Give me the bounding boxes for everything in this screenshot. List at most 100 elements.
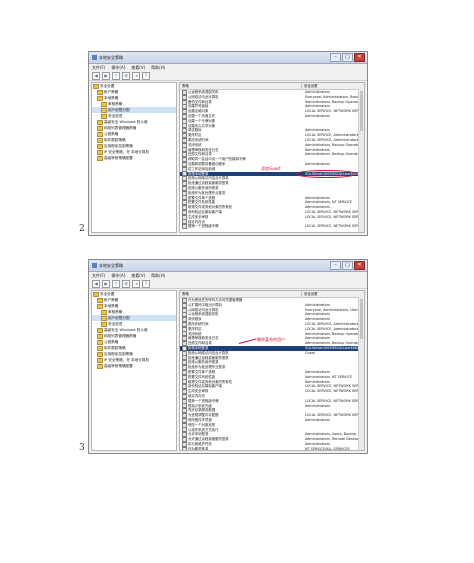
folder-icon — [101, 107, 107, 113]
menu-item[interactable]: 操作(A) — [111, 65, 125, 71]
column-header-policy[interactable]: 策略 — [180, 83, 302, 89]
folder-icon — [97, 345, 103, 351]
scrollbar-thumb[interactable] — [360, 91, 363, 131]
menu-item[interactable]: 操作(A) — [111, 273, 125, 279]
minimize-button[interactable]: – — [330, 53, 341, 62]
policy-icon — [182, 224, 187, 230]
back-icon[interactable]: ◀ — [92, 71, 100, 80]
folder-icon — [97, 89, 103, 95]
title-bar: 本地安全策略 – □ ✕ — [89, 52, 367, 64]
up-icon[interactable]: ↑ — [112, 279, 120, 288]
back-icon[interactable]: ◀ — [92, 279, 100, 288]
help-icon[interactable]: ? — [142, 279, 150, 288]
annotation-label: 删除某些的用户 — [257, 337, 285, 342]
properties-icon[interactable]: ☰ — [122, 279, 130, 288]
forward-icon[interactable]: ▶ — [102, 279, 110, 288]
app-icon — [92, 263, 97, 268]
vertical-scrollbar[interactable] — [358, 297, 364, 450]
list-header: 策略 安全设置 — [180, 291, 364, 298]
policy-name: 替换一个进程级令牌 — [188, 224, 219, 229]
tree-node[interactable]: 高级审核策略配置 — [92, 363, 176, 369]
folder-icon — [93, 291, 99, 297]
export-icon[interactable]: ⇥ — [132, 71, 140, 80]
folder-icon — [97, 119, 103, 125]
menu-bar: 文件(F) 操作(A) 查看(V) 帮助(H) — [89, 64, 367, 71]
menu-item[interactable]: 文件(F) — [92, 65, 105, 71]
folder-icon — [97, 95, 103, 101]
app-icon — [92, 55, 97, 60]
window-title: 本地安全策略 — [99, 54, 123, 60]
menu-bar: 文件(F) 操作(A) 查看(V) 帮助(H) — [89, 272, 367, 279]
close-button[interactable]: ✕ — [354, 53, 365, 62]
window-controls: – □ ✕ — [330, 261, 365, 270]
folder-icon — [97, 155, 103, 161]
content-panes: 安全设置 帐户策略 本地策略 审核策略 用户权限分配 安全选项 高级安全 Windows 防… — [91, 82, 365, 233]
list-header: 策略 安全设置 — [180, 83, 364, 90]
folder-icon — [97, 143, 103, 149]
folder-icon — [101, 321, 107, 327]
screenshot-2: 本地安全策略 – □ ✕ 文件(F) 操作(A) 查看(V) 帮助(H) ◀ ▶ ↑ ☰ ⇥? 安全设置帐… — [88, 259, 368, 454]
folder-icon — [101, 309, 107, 315]
policy-icon — [182, 446, 187, 450]
title-bar: 本地安全策略 – □ ✕ — [89, 260, 367, 272]
content-panes: 安全设置 帐户策略 本地策略 审核策略 用户权限分配 安全选项 高级安全 Windows 防… — [91, 290, 365, 451]
menu-item[interactable]: 帮助(H) — [151, 65, 165, 71]
forward-icon[interactable]: ▶ — [102, 71, 110, 80]
export-icon[interactable]: ⇥ — [132, 279, 140, 288]
folder-icon — [97, 363, 103, 369]
folder-icon — [97, 303, 103, 309]
close-button[interactable]: ✕ — [354, 261, 365, 270]
scrollbar-thumb[interactable] — [360, 299, 363, 339]
folder-icon — [97, 357, 103, 363]
column-header-setting[interactable]: 安全设置 — [302, 291, 364, 297]
help-icon[interactable]: ? — [142, 71, 150, 80]
vertical-scrollbar[interactable] — [358, 89, 364, 232]
minimize-button[interactable]: – — [330, 261, 341, 270]
window-controls: – □ ✕ — [330, 53, 365, 62]
menu-item[interactable]: 帮助(H) — [151, 273, 165, 279]
navigation-tree: 安全设置 帐户策略 本地策略 审核策略 用户权限分配 安全选项 高级安全 Windows 防… — [91, 290, 177, 451]
folder-icon — [97, 297, 103, 303]
window-title: 本地安全策略 — [99, 262, 123, 268]
column-header-setting[interactable]: 安全设置 — [302, 83, 364, 89]
policy-cell: 替换一个进程级令牌 — [180, 224, 303, 230]
highlight-oval — [295, 169, 357, 178]
toolbar: ◀ ▶ ↑ ☰ ⇥? — [89, 279, 367, 289]
policy-row[interactable]: 作为服务登录 NT SERVICE\ALL SERVICES — [180, 446, 364, 451]
page-number-3: 3 — [79, 443, 85, 453]
menu-item[interactable]: 文件(F) — [92, 273, 105, 279]
tree-node-label: 高级审核策略配置 — [104, 364, 133, 368]
folder-icon — [97, 149, 103, 155]
policy-list: 策略 安全设置 作为受信任的呼叫方访问凭据管理器 从扩展坞中取出计算机 Administ… — [179, 290, 365, 451]
security-setting: LOCAL SERVICE, NETWORK SERVICE — [305, 224, 364, 229]
folder-icon — [101, 113, 107, 119]
policy-list: 策略 安全设置 从远程系统强制关机 Administrators 从网络访问此计算机 Ev… — [179, 82, 365, 233]
folder-icon — [97, 339, 103, 345]
tree-node[interactable]: 高级审核策略配置 — [92, 155, 176, 161]
folder-icon — [101, 101, 107, 107]
folder-icon — [97, 351, 103, 357]
maximize-button[interactable]: □ — [342, 261, 353, 270]
folder-icon — [97, 125, 103, 131]
menu-item[interactable]: 查看(V) — [131, 65, 145, 71]
policy-row[interactable]: 替换一个进程级令牌 LOCAL SERVICE, NETWORK SERVICE — [180, 224, 364, 230]
folder-icon — [97, 327, 103, 333]
properties-icon[interactable]: ☰ — [122, 71, 130, 80]
annotation-label: 添加Guest — [261, 165, 281, 171]
up-icon[interactable]: ↑ — [112, 71, 120, 80]
security-setting: NT SERVICE\ALL SERVICES — [305, 446, 350, 451]
maximize-button[interactable]: □ — [342, 53, 353, 62]
folder-icon — [93, 83, 99, 89]
folder-icon — [97, 131, 103, 137]
folder-icon — [97, 137, 103, 143]
folder-icon — [97, 333, 103, 339]
folder-icon — [101, 315, 107, 321]
menu-item[interactable]: 查看(V) — [131, 273, 145, 279]
policy-cell: 作为服务登录 — [180, 446, 303, 450]
tree-node-label: 高级审核策略配置 — [104, 156, 133, 160]
column-header-policy[interactable]: 策略 — [180, 291, 302, 297]
navigation-tree: 安全设置 帐户策略 本地策略 审核策略 用户权限分配 安全选项 高级安全 Windows 防… — [91, 82, 177, 233]
screenshot-1: 本地安全策略 – □ ✕ 文件(F) 操作(A) 查看(V) 帮助(H) ◀ ▶ ↑ ☰ ⇥? 安全设置帐… — [88, 51, 368, 236]
page-number-2: 2 — [79, 224, 85, 234]
toolbar: ◀ ▶ ↑ ☰ ⇥? — [89, 71, 367, 81]
